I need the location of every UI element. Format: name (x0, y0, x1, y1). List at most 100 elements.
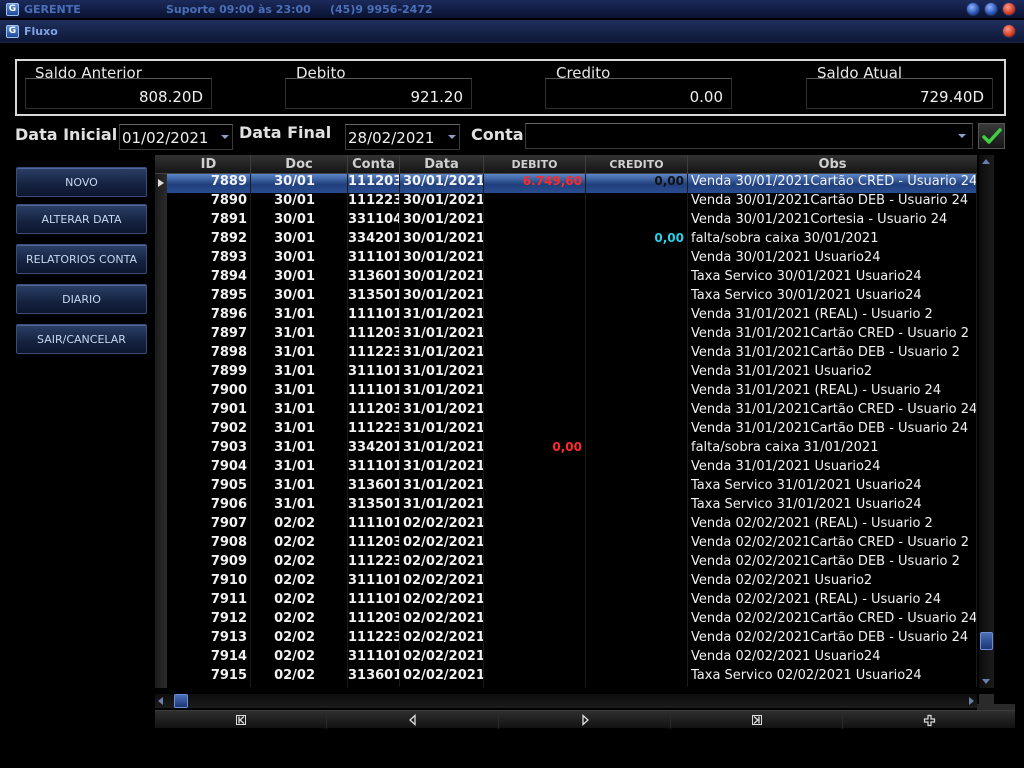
vertical-scrollbar[interactable] (979, 155, 994, 688)
table-row[interactable]: 7910 02/02 311101 02/02/2021 Venda 02/02/202… (167, 573, 977, 592)
novo-button[interactable]: NOVO (16, 167, 147, 197)
nav-next-button[interactable] (499, 711, 671, 729)
cell-data: 02/02/2021 (400, 535, 484, 554)
table-row[interactable]: 7891 30/01 331104 30/01/2021 Venda 30/01/202… (167, 212, 977, 231)
data-final-select[interactable]: 28/02/2021 (345, 124, 460, 150)
nav-last-button[interactable] (671, 711, 843, 729)
cell-credito (586, 193, 688, 212)
cell-obs: Venda 02/02/2021Cartão CRED - Usuario 2 (688, 535, 977, 554)
col-header-conta[interactable]: Conta (348, 155, 400, 174)
minimize-icon[interactable] (966, 2, 980, 16)
col-header-obs[interactable]: Obs (688, 155, 977, 174)
table-row[interactable]: 7893 30/01 311101 30/01/2021 Venda 30/01/202… (167, 250, 977, 269)
table-row[interactable]: 7911 02/02 111101 02/02/2021 Venda 02/02/202… (167, 592, 977, 611)
confirm-filter-button[interactable] (978, 123, 1005, 149)
form-title-bar: G Fluxo (0, 20, 1024, 43)
cell-credito (586, 345, 688, 364)
table-row[interactable]: 7905 31/01 313601 31/01/2021 Taxa Servico 31… (167, 478, 977, 497)
maximize-icon[interactable] (984, 2, 998, 16)
relatorios-conta-button[interactable]: RELATORIOS CONTA (16, 244, 147, 274)
table-row[interactable]: 7897 31/01 111203 31/01/2021 Venda 31/01/202… (167, 326, 977, 345)
cell-data: 31/01/2021 (400, 326, 484, 345)
table-row[interactable]: 7902 31/01 111223 31/01/2021 Venda 31/01/202… (167, 421, 977, 440)
col-header-doc[interactable]: Doc (251, 155, 348, 174)
cell-doc: 02/02 (251, 554, 348, 573)
table-row[interactable]: 7908 02/02 111203 02/02/2021 Venda 02/02/202… (167, 535, 977, 554)
cell-doc: 30/01 (251, 288, 348, 307)
chevron-down-icon[interactable] (221, 135, 229, 139)
cell-doc: 02/02 (251, 649, 348, 668)
col-header-debito[interactable]: DEBITO (484, 155, 586, 174)
close-form-icon[interactable] (1002, 24, 1016, 38)
cell-id: 7912 (167, 611, 251, 630)
table-row[interactable]: 7909 02/02 111223 02/02/2021 Venda 02/02/202… (167, 554, 977, 573)
cell-doc: 31/01 (251, 383, 348, 402)
sair-cancelar-button[interactable]: SAIR/CANCELAR (16, 324, 147, 354)
cell-data: 02/02/2021 (400, 630, 484, 649)
cell-doc: 31/01 (251, 307, 348, 326)
table-row[interactable]: 7889 30/01 111203 30/01/2021 6.749,60 0,00 Ven… (167, 174, 977, 193)
conta-select[interactable] (525, 123, 973, 149)
table-row[interactable]: 7895 30/01 313501 30/01/2021 Taxa Servico 30… (167, 288, 977, 307)
data-inicial-select[interactable]: 01/02/2021 (119, 124, 233, 150)
insert-record-icon (923, 714, 935, 726)
app-title: GERENTE (24, 2, 81, 16)
cell-credito (586, 402, 688, 421)
cell-debito (484, 231, 586, 250)
table-row[interactable]: 7898 31/01 111223 31/01/2021 Venda 31/01/202… (167, 345, 977, 364)
cell-id: 7890 (167, 193, 251, 212)
cell-doc: 02/02 (251, 516, 348, 535)
horizontal-scroll-thumb[interactable] (174, 694, 188, 708)
table-row[interactable]: 7912 02/02 111203 02/02/2021 Venda 02/02/202… (167, 611, 977, 630)
table-row[interactable]: 7901 31/01 111203 31/01/2021 Venda 31/01/202… (167, 402, 977, 421)
table-row[interactable]: 7903 31/01 334201 31/01/2021 0,00 falta/sobra… (167, 440, 977, 459)
horizontal-scrollbar[interactable] (155, 694, 977, 708)
alterar-data-button[interactable]: ALTERAR DATA (16, 204, 147, 234)
close-app-icon[interactable] (1002, 2, 1016, 16)
table-row[interactable]: 7914 02/02 311101 02/02/2021 Venda 02/02/202… (167, 649, 977, 668)
table-row[interactable]: 7904 31/01 311101 31/01/2021 Venda 31/01/202… (167, 459, 977, 478)
col-header-id[interactable]: ID (167, 155, 251, 174)
col-header-credito[interactable]: CREDITO (586, 155, 688, 174)
cell-conta: 111203 (348, 535, 400, 554)
table-row[interactable]: 7896 31/01 111101 31/01/2021 Venda 31/01/202… (167, 307, 977, 326)
table-row[interactable]: 7892 30/01 334201 30/01/2021 0,00 falta/sobra… (167, 231, 977, 250)
table-row[interactable]: 7913 02/02 111223 02/02/2021 Venda 02/02/202… (167, 630, 977, 649)
grid-body: 7889 30/01 111203 30/01/2021 6.749,60 0,00 Ven… (167, 174, 977, 687)
table-row[interactable]: 7900 31/01 111101 31/01/2021 Venda 31/01/202… (167, 383, 977, 402)
col-header-data[interactable]: Data (400, 155, 484, 174)
vertical-scroll-thumb[interactable] (980, 632, 993, 650)
scroll-right-icon[interactable] (969, 697, 974, 705)
cell-doc: 30/01 (251, 269, 348, 288)
cell-data: 02/02/2021 (400, 554, 484, 573)
cell-credito (586, 611, 688, 630)
cell-id: 7905 (167, 478, 251, 497)
cell-id: 7893 (167, 250, 251, 269)
cell-credito (586, 478, 688, 497)
table-row[interactable]: 7890 30/01 111223 30/01/2021 Venda 30/01/202… (167, 193, 977, 212)
cell-credito: 0,00 (586, 231, 688, 250)
nav-first-button[interactable] (155, 711, 327, 729)
cell-id: 7891 (167, 212, 251, 231)
cell-debito (484, 250, 586, 269)
table-row[interactable]: 7899 31/01 311101 31/01/2021 Venda 31/01/202… (167, 364, 977, 383)
cell-credito (586, 212, 688, 231)
cell-debito (484, 402, 586, 421)
saldo-atual-field: 729.40D (806, 78, 993, 109)
scroll-up-icon[interactable] (982, 159, 990, 164)
chevron-down-icon[interactable] (958, 134, 966, 138)
table-row[interactable]: 7907 02/02 111101 02/02/2021 Venda 02/02/202… (167, 516, 977, 535)
scroll-down-icon[interactable] (982, 679, 990, 684)
cell-conta: 111203 (348, 611, 400, 630)
cell-doc: 31/01 (251, 440, 348, 459)
cell-id: 7907 (167, 516, 251, 535)
chevron-down-icon[interactable] (448, 135, 456, 139)
diario-button[interactable]: DIARIO (16, 284, 147, 314)
table-row[interactable]: 7894 30/01 313601 30/01/2021 Taxa Servico 30… (167, 269, 977, 288)
nav-insert-button[interactable] (843, 711, 1015, 729)
nav-prior-button[interactable] (327, 711, 499, 729)
scroll-left-icon[interactable] (158, 697, 163, 705)
table-row[interactable]: 7906 31/01 313501 31/01/2021 Taxa Servico 31… (167, 497, 977, 516)
fluxo-grid[interactable]: ID Doc Conta Data DEBITO CREDITO Obs 788… (155, 155, 977, 688)
table-row[interactable]: 7915 02/02 313601 02/02/2021 Taxa Servico 02… (167, 668, 977, 687)
